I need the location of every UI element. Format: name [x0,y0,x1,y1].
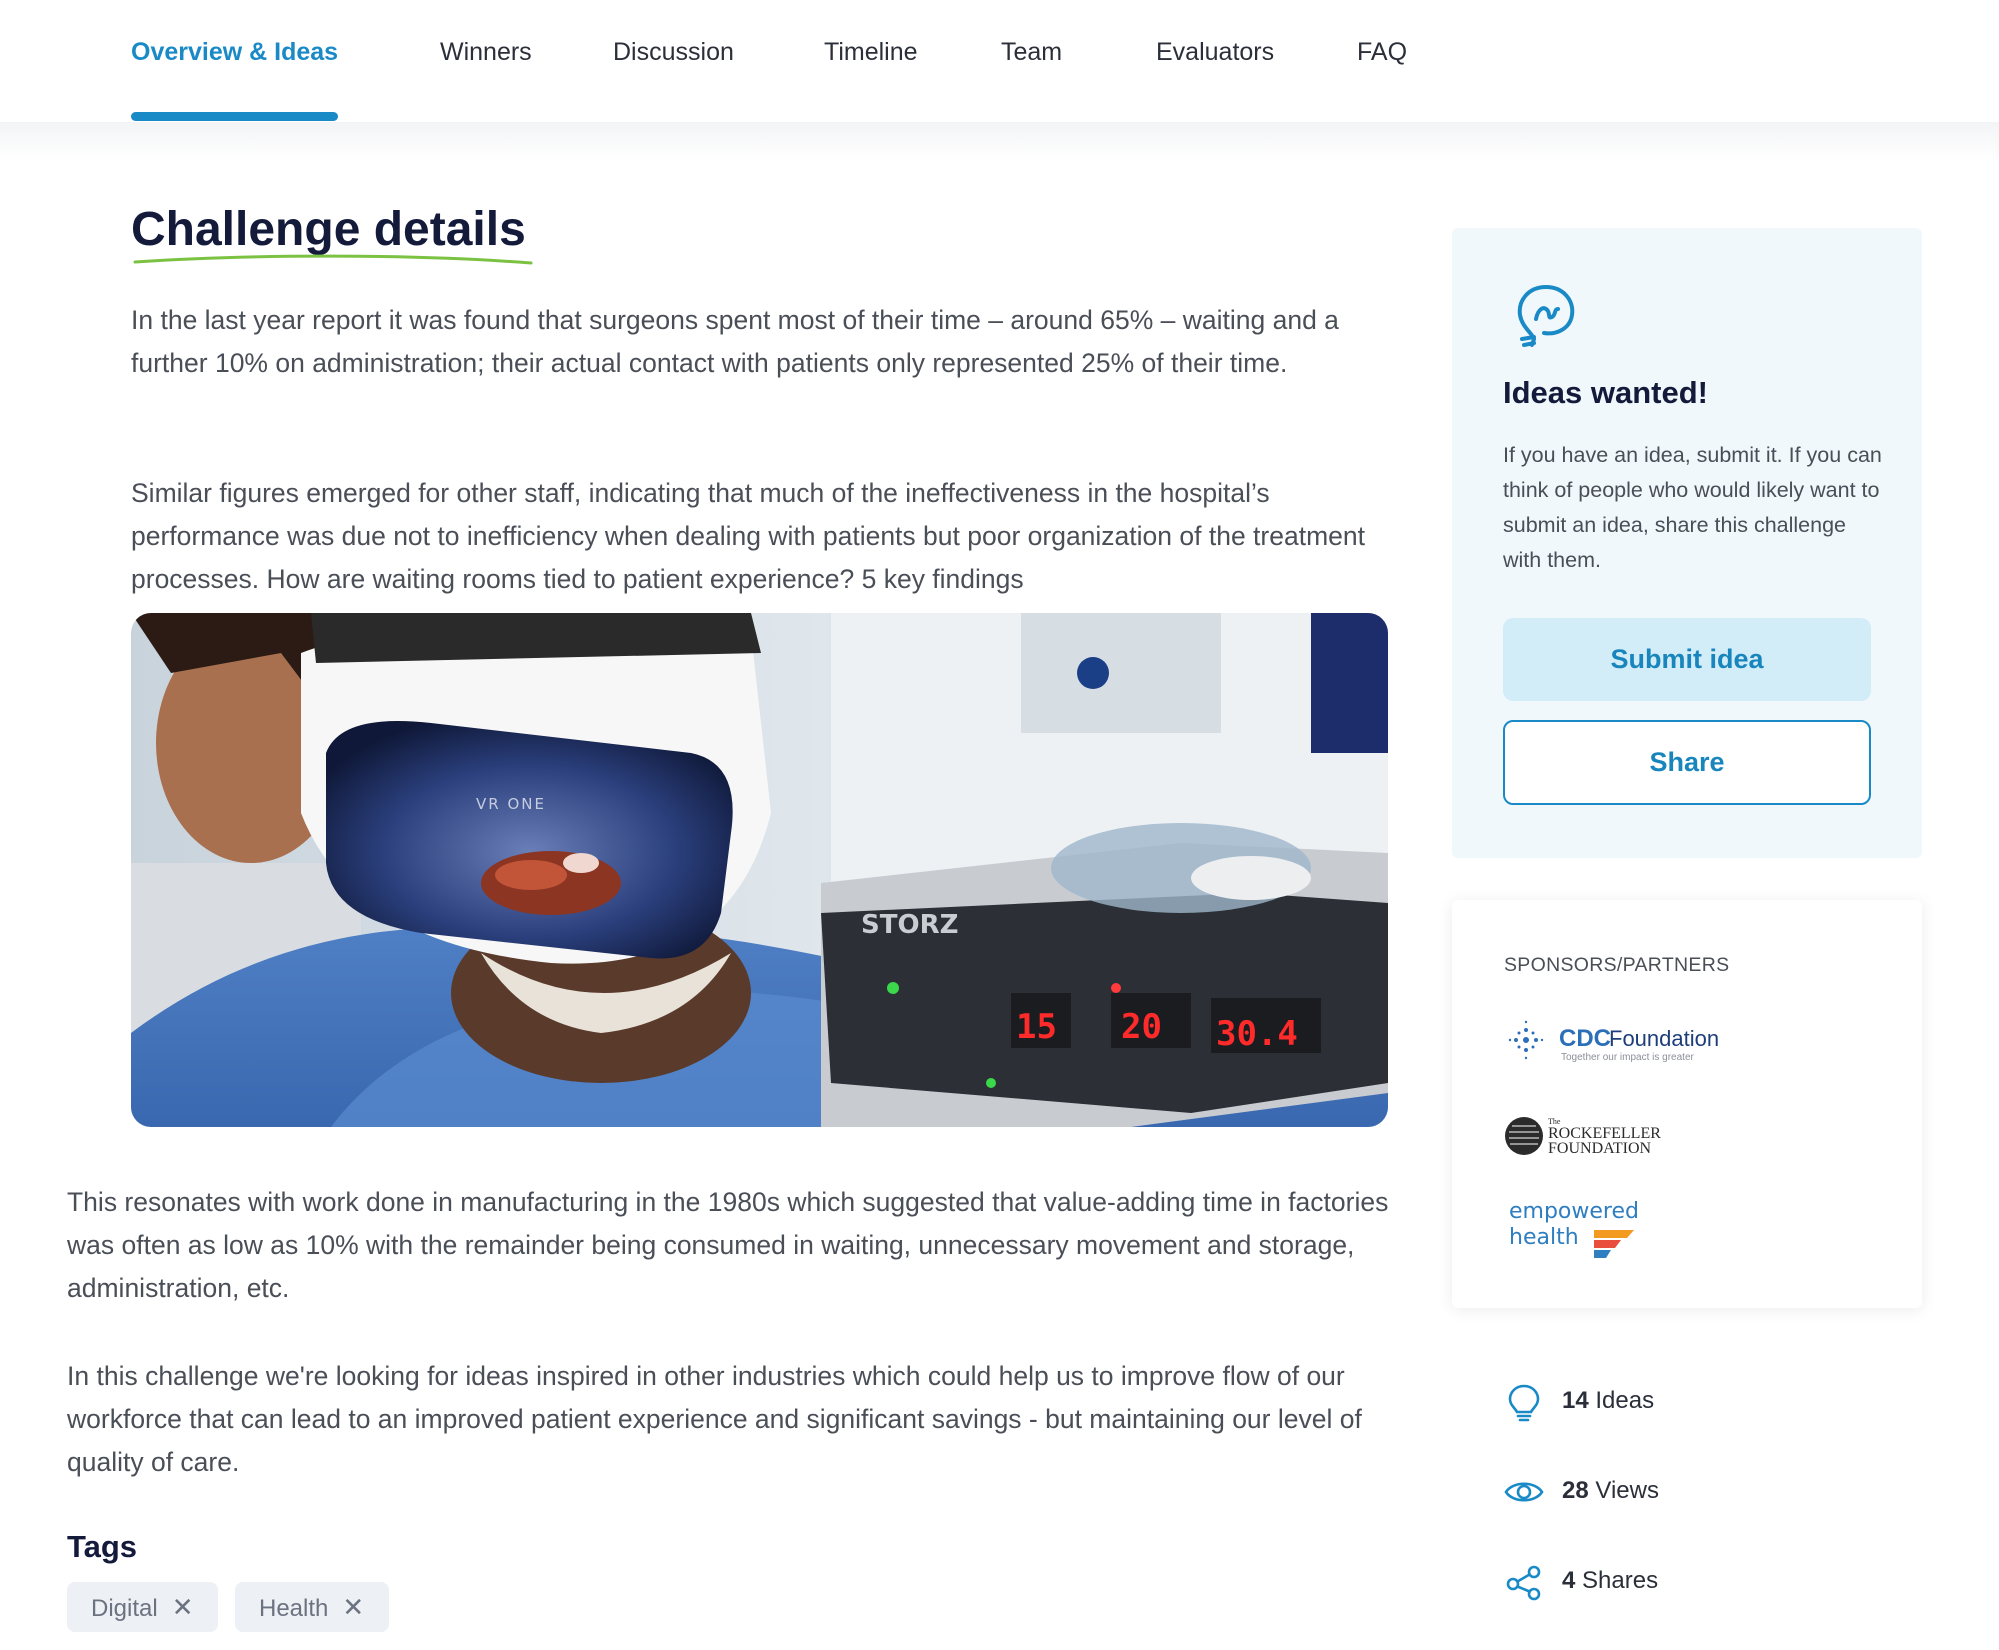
close-icon[interactable]: ✕ [172,1582,194,1632]
tab-winners[interactable]: Winners [440,36,532,76]
description-paragraph-3: This resonates with work done in manufac… [67,1187,1389,1303]
page-title: Challenge details [131,203,526,256]
views-count-label: Views [1595,1477,1659,1504]
ideas-count-label: Ideas [1595,1387,1655,1414]
empowered-logo-line1: empowered [1509,1199,1639,1224]
title-underline-decoration [133,254,533,265]
tab-overview-ideas[interactable]: Overview & Ideas [131,36,338,76]
tab-timeline[interactable]: Timeline [824,36,918,76]
display-readout-2: 20 [1121,1007,1162,1047]
shares-count-label: Shares [1582,1567,1659,1594]
shares-count: 4 [1562,1567,1576,1594]
empowered-health-logo[interactable]: empowered health [1509,1192,1669,1267]
nav-shadow [0,122,1999,162]
tab-evaluators[interactable]: Evaluators [1156,36,1274,76]
cdc-foundation-logo[interactable]: CDC Foundation Together our impact is gr… [1504,1018,1734,1068]
tag-label: Health [259,1595,329,1622]
tags-heading: Tags [67,1529,138,1564]
display-readout-1: 15 [1016,1007,1057,1047]
description-paragraph-2: Similar figures emerged for other staff,… [131,478,1365,594]
sponsors-label: SPONSORS/PARTNERS [1504,954,1730,976]
cdc-logo-text-bold: CDC [1559,1025,1611,1052]
tab-team[interactable]: Team [1001,36,1062,76]
lightbulb-icon [1508,1384,1540,1422]
description-paragraph-1: In the last year report it was found tha… [131,305,1339,378]
tab-faq[interactable]: FAQ [1357,36,1407,76]
submit-idea-button[interactable]: Submit idea [1503,618,1871,701]
views-count: 28 [1562,1477,1589,1504]
device-brand-label: STORZ [861,910,958,940]
challenge-image: VR ONE STORZ 15 20 30.4 [131,613,1388,1127]
share-button[interactable]: Share [1503,720,1871,805]
cdc-logo-text: Foundation [1609,1026,1719,1051]
ideas-count: 14 [1562,1387,1589,1414]
eye-icon [1504,1482,1544,1502]
rockefeller-logo-line2: FOUNDATION [1548,1140,1652,1157]
display-readout-3: 30.4 [1216,1014,1298,1054]
headset-label: VR ONE [476,795,546,813]
active-tab-indicator [131,112,338,121]
tag-label: Digital [91,1595,158,1622]
description-paragraph-4: In this challenge we're looking for idea… [67,1361,1362,1477]
ideas-wanted-title: Ideas wanted! [1503,375,1708,410]
tag-digital: Digital ✕ [67,1582,218,1632]
share-icon [1506,1565,1541,1601]
cdc-logo-tagline: Together our impact is greater [1561,1052,1695,1063]
tab-discussion[interactable]: Discussion [613,36,734,76]
close-icon[interactable]: ✕ [342,1582,364,1632]
ideas-wanted-text: If you have an idea, submit it. If you c… [1503,443,1882,572]
empowered-logo-line2: health [1509,1225,1579,1250]
tag-health: Health ✕ [235,1582,389,1632]
top-navigation: Overview & Ideas Winners Discussion Time… [0,0,1999,122]
rockefeller-foundation-logo[interactable]: The ROCKEFELLER FOUNDATION [1504,1112,1684,1162]
lightbulb-idea-icon [1517,285,1575,347]
